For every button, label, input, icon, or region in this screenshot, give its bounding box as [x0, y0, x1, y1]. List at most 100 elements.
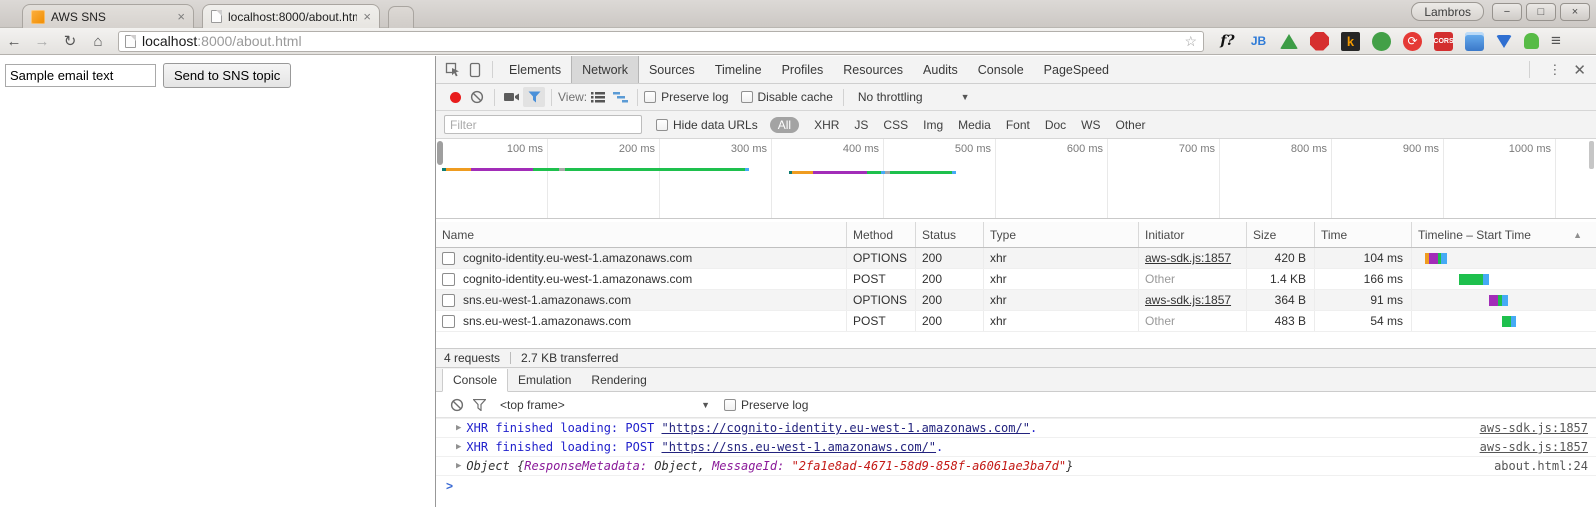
disclosure-triangle-icon[interactable]: ▶	[456, 461, 461, 471]
console-clear-icon[interactable]	[446, 395, 468, 415]
network-request-row[interactable]: cognito-identity.eu-west-1.amazonaws.com…	[436, 269, 1596, 290]
new-tab-button[interactable]	[388, 6, 414, 28]
hide-data-urls-checkbox[interactable]	[656, 119, 668, 131]
tab-close-icon[interactable]: ×	[177, 10, 185, 23]
network-request-row[interactable]: cognito-identity.eu-west-1.amazonaws.com…	[436, 248, 1596, 269]
address-bar[interactable]: localhost:8000/about.html ☆	[118, 31, 1204, 52]
k-icon[interactable]: k	[1341, 32, 1360, 51]
window-minimize-button[interactable]: −	[1492, 3, 1522, 21]
forward-icon[interactable]: →	[28, 33, 56, 50]
request-checkbox[interactable]	[442, 252, 455, 265]
filter-pill-xhr[interactable]: XHR	[814, 118, 839, 132]
network-overview[interactable]: 100 ms200 ms300 ms400 ms500 ms600 ms700 …	[436, 139, 1596, 219]
request-checkbox[interactable]	[442, 294, 455, 307]
request-checkbox[interactable]	[442, 273, 455, 286]
filter-pill-font[interactable]: Font	[1006, 118, 1030, 132]
devtools-tab-audits[interactable]: Audits	[913, 56, 968, 83]
devtools-tab-network[interactable]: Network	[571, 56, 639, 83]
jb-icon[interactable]: JB	[1249, 32, 1268, 51]
back-icon[interactable]: ←	[0, 33, 28, 50]
request-checkbox[interactable]	[442, 315, 455, 328]
filter-pill-css[interactable]: CSS	[883, 118, 908, 132]
tab-close-icon[interactable]: ×	[363, 10, 371, 23]
home-icon[interactable]: ⌂	[84, 33, 112, 50]
filter-pill-img[interactable]: Img	[923, 118, 943, 132]
waterfall-view-icon[interactable]	[609, 87, 631, 107]
drive-icon[interactable]	[1280, 34, 1298, 49]
console-drawer-tab-console[interactable]: Console	[442, 369, 508, 392]
disclosure-triangle-icon[interactable]: ▶	[456, 442, 461, 452]
bookmark-star-icon[interactable]: ☆	[1184, 33, 1197, 50]
filter-pill-other[interactable]: Other	[1116, 118, 1146, 132]
down-arrow-icon[interactable]	[1496, 35, 1512, 48]
devtools-menu-icon[interactable]: ⋮	[1548, 67, 1561, 72]
devtools-tab-sources[interactable]: Sources	[639, 56, 705, 83]
reload-icon[interactable]: ↻	[56, 32, 84, 50]
column-header-status[interactable]: Status	[916, 222, 984, 247]
android-icon[interactable]	[1524, 33, 1539, 49]
disable-cache-checkbox[interactable]	[741, 91, 753, 103]
column-header-size[interactable]: Size	[1247, 222, 1315, 247]
inspect-element-icon[interactable]	[442, 60, 464, 80]
console-message[interactable]: ▶XHR finished loading: POST "https://sns…	[436, 438, 1596, 457]
network-request-row[interactable]: sns.eu-west-1.amazonaws.comPOST200xhrOth…	[436, 311, 1596, 332]
stop-hand-icon[interactable]	[1310, 32, 1329, 51]
chrome-menu-icon[interactable]: ≡	[1551, 31, 1561, 51]
console-drawer-tab-rendering[interactable]: Rendering	[581, 368, 656, 391]
column-header-name[interactable]: Name	[436, 222, 847, 247]
throttling-select[interactable]: No throttling ▼	[858, 90, 970, 104]
browser-tab[interactable]: AWS SNS×	[22, 4, 194, 28]
window-close-button[interactable]: ×	[1560, 3, 1590, 21]
window-icon[interactable]	[1465, 32, 1484, 51]
devtools-tab-timeline[interactable]: Timeline	[705, 56, 772, 83]
devtools-tab-pagespeed[interactable]: PageSpeed	[1034, 56, 1119, 83]
column-header-time[interactable]: Time	[1315, 222, 1412, 247]
clear-icon[interactable]	[466, 87, 488, 107]
refresh-circle-icon[interactable]: ⟳	[1403, 32, 1422, 51]
cors-icon[interactable]: CORS	[1434, 32, 1453, 51]
speech-bubble-icon[interactable]	[1372, 32, 1391, 51]
console-preserve-log-checkbox[interactable]	[724, 399, 736, 411]
preserve-log-checkbox[interactable]	[644, 91, 656, 103]
devtools-close-icon[interactable]: ✕	[1573, 61, 1586, 79]
column-header-type[interactable]: Type	[984, 222, 1139, 247]
filter-input[interactable]	[444, 115, 642, 134]
initiator-link[interactable]: aws-sdk.js:1857	[1145, 293, 1231, 307]
browser-tab[interactable]: localhost:8000/about.htm×	[202, 4, 380, 28]
filter-pill-doc[interactable]: Doc	[1045, 118, 1066, 132]
console-message[interactable]: ▶XHR finished loading: POST "https://cog…	[436, 419, 1596, 438]
console-message[interactable]: ▶Object {ResponseMetadata: Object, Messa…	[436, 457, 1596, 476]
console-prompt[interactable]: >	[436, 476, 1596, 495]
filter-pill-all[interactable]: All	[770, 117, 799, 133]
fn-script-icon[interactable]: f?	[1218, 32, 1237, 51]
column-header-initiator[interactable]: Initiator	[1139, 222, 1247, 247]
window-maximize-button[interactable]: □	[1526, 3, 1556, 21]
filter-pill-ws[interactable]: WS	[1081, 118, 1100, 132]
devtools-tab-elements[interactable]: Elements	[499, 56, 571, 83]
frame-context-select[interactable]: <top frame> ▼	[500, 398, 710, 412]
device-mode-icon[interactable]	[464, 60, 486, 80]
initiator-link[interactable]: aws-sdk.js:1857	[1145, 251, 1231, 265]
message-source-link[interactable]: aws-sdk.js:1857	[1480, 440, 1588, 454]
message-source-link[interactable]: about.html:24	[1494, 459, 1588, 473]
filter-pill-js[interactable]: JS	[854, 118, 868, 132]
devtools-tab-resources[interactable]: Resources	[833, 56, 913, 83]
overview-scrollbar[interactable]	[1589, 141, 1594, 169]
message-source-link[interactable]: aws-sdk.js:1857	[1480, 421, 1588, 435]
record-icon[interactable]	[444, 87, 466, 107]
filter-pill-media[interactable]: Media	[958, 118, 991, 132]
console-filter-icon[interactable]	[468, 395, 490, 415]
filmstrip-icon[interactable]	[501, 87, 523, 107]
network-request-row[interactable]: sns.eu-west-1.amazonaws.comOPTIONS200xhr…	[436, 290, 1596, 311]
devtools-tab-console[interactable]: Console	[968, 56, 1034, 83]
disclosure-triangle-icon[interactable]: ▶	[456, 423, 461, 433]
column-header-timeline[interactable]: Timeline – Start Time▲	[1412, 222, 1596, 247]
message-part-url[interactable]: "https://cognito-identity.eu-west-1.amaz…	[662, 421, 1030, 435]
overview-scrubber[interactable]	[437, 141, 443, 165]
filter-icon[interactable]	[523, 87, 545, 107]
message-part-url[interactable]: "https://sns.eu-west-1.amazonaws.com/"	[662, 440, 937, 454]
send-to-sns-button[interactable]: Send to SNS topic	[163, 63, 291, 88]
console-drawer-tab-emulation[interactable]: Emulation	[508, 368, 581, 391]
list-view-icon[interactable]	[587, 87, 609, 107]
email-text-input[interactable]	[5, 64, 156, 87]
